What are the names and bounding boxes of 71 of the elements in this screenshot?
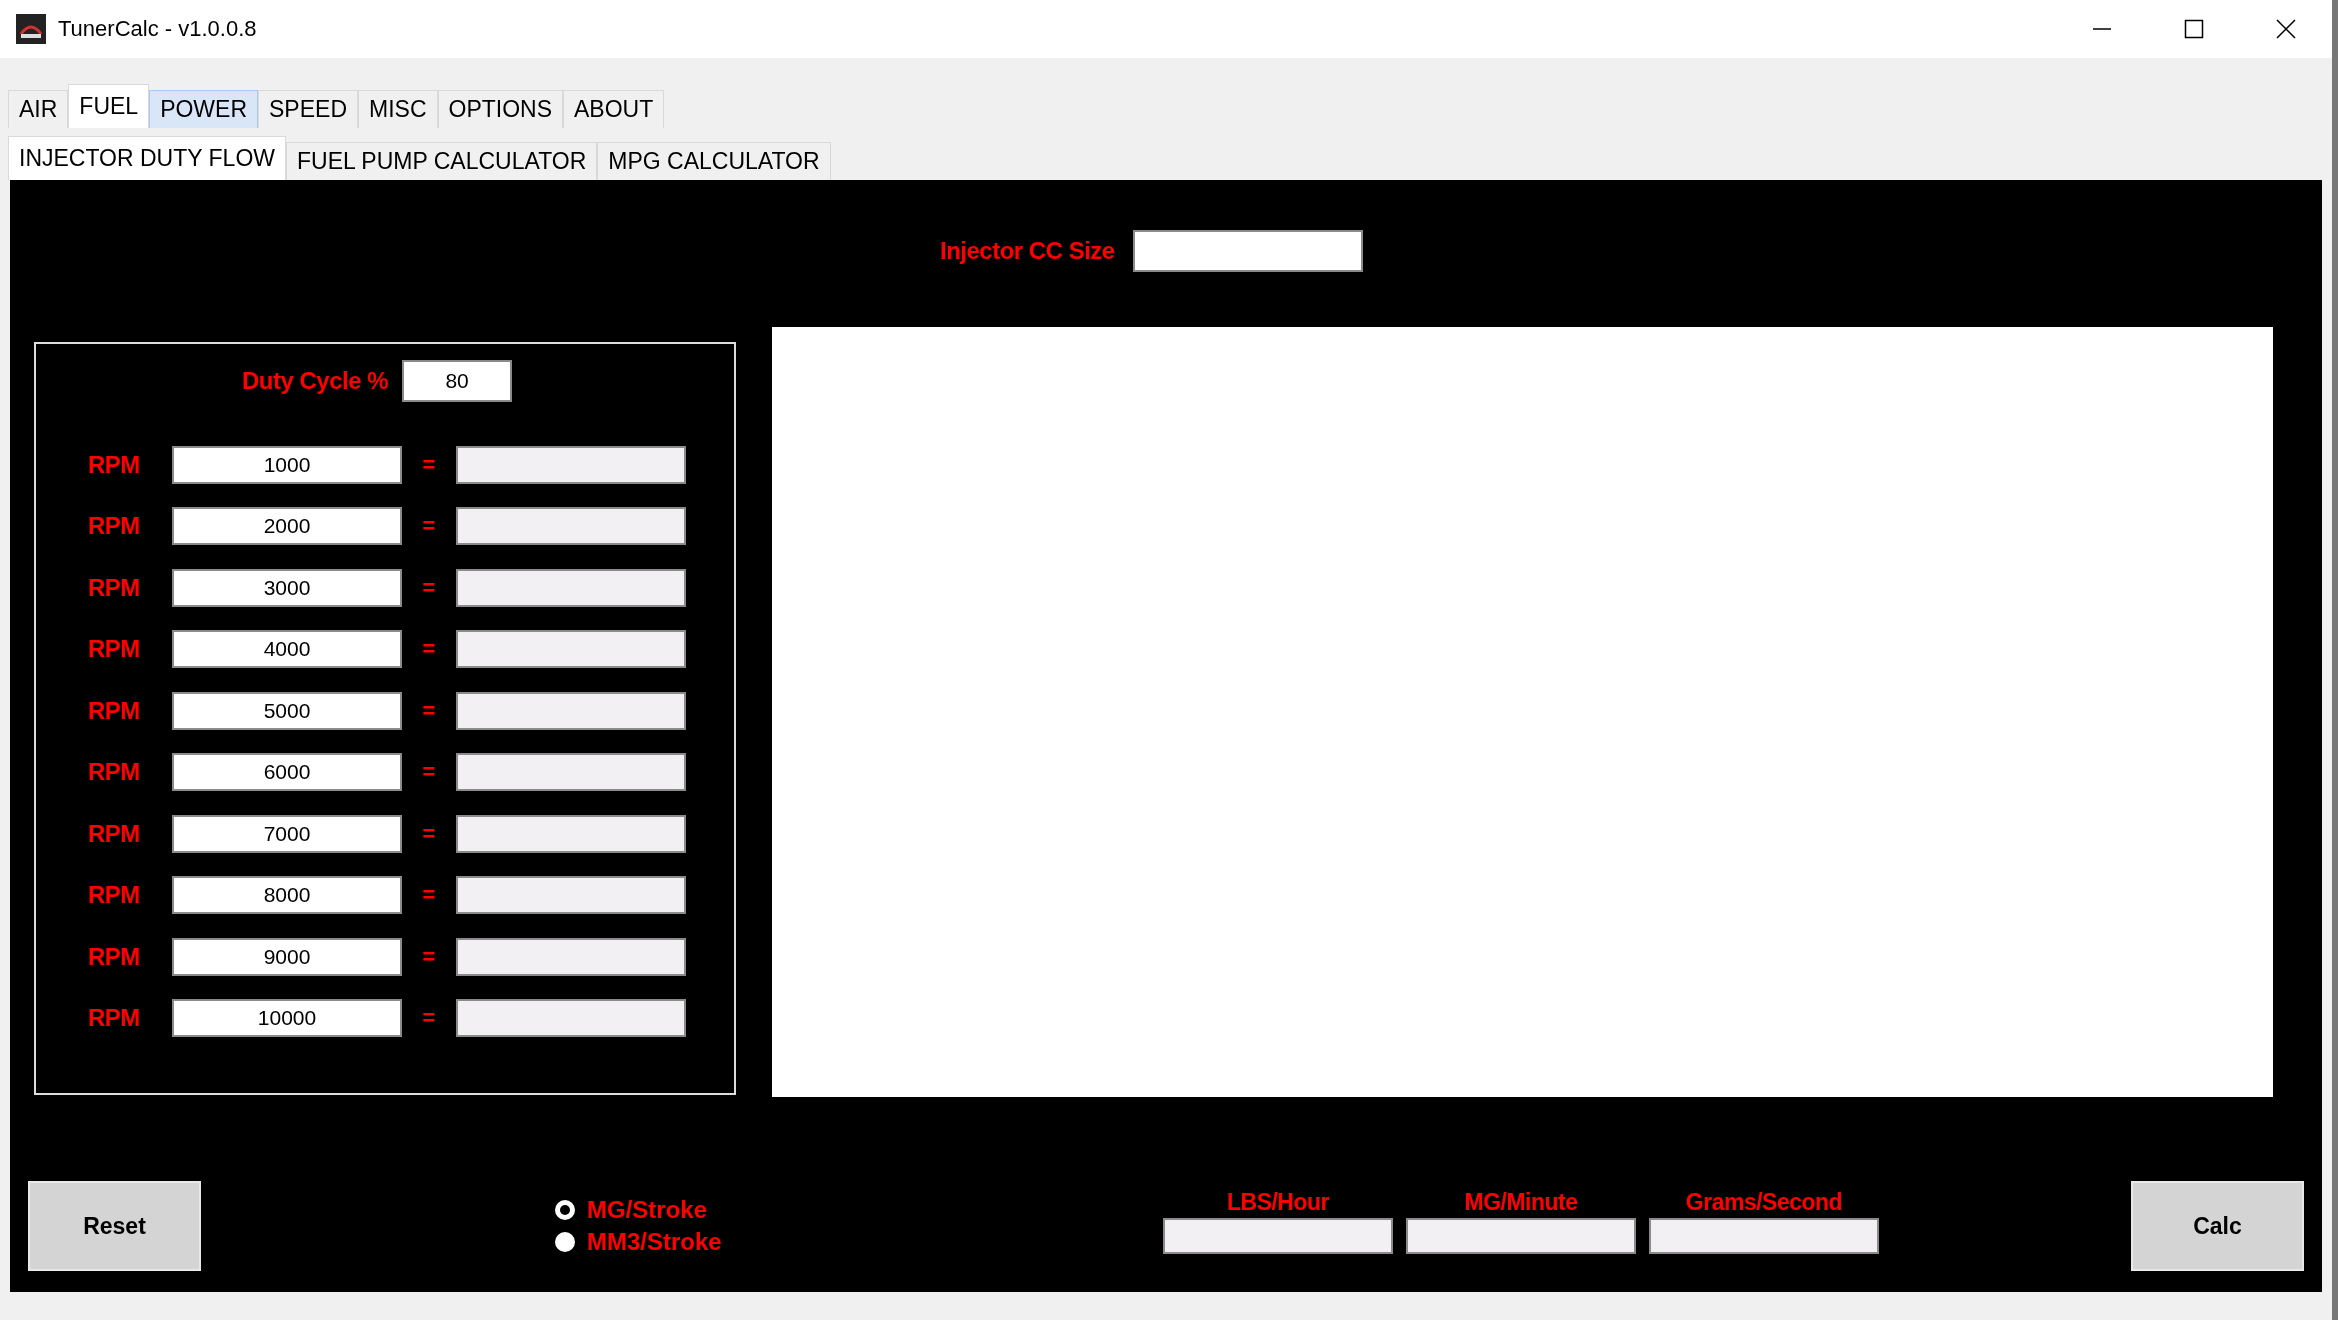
tab[interactable]: ABOUT — [563, 90, 665, 128]
result-field[interactable] — [456, 876, 686, 915]
close-icon — [2276, 19, 2296, 39]
rpm-field[interactable]: 6000 — [172, 753, 402, 792]
field-label: RPM — [88, 881, 141, 910]
tab[interactable]: MISC — [358, 90, 438, 128]
field-label: Duty Cycle % — [242, 367, 389, 395]
field-label: RPM — [88, 942, 141, 971]
tab[interactable]: FUEL PUMP CALCULATOR — [286, 142, 598, 180]
tab[interactable]: FUEL — [68, 84, 150, 128]
output-field[interactable] — [1163, 1217, 1393, 1254]
equals-sign: = — [421, 1005, 437, 1032]
result-field[interactable] — [456, 814, 686, 853]
result-field[interactable] — [456, 937, 686, 976]
field-label: Injector CC Size — [940, 237, 1115, 265]
rpm-field[interactable]: 9000 — [172, 937, 402, 976]
equals-sign: = — [421, 574, 437, 601]
reset-button[interactable]: Reset — [28, 1181, 201, 1271]
radio-label: MG/Stroke — [587, 1196, 708, 1224]
output-field[interactable] — [1649, 1217, 1879, 1254]
tab[interactable]: OPTIONS — [437, 90, 564, 128]
equals-sign: = — [421, 697, 437, 724]
field-label: LBS/Hour — [1226, 1188, 1330, 1216]
tab[interactable]: MPG CALCULATOR — [597, 142, 831, 180]
radio-button[interactable] — [555, 1232, 575, 1252]
result-field[interactable] — [456, 507, 686, 546]
equals-sign: = — [421, 882, 437, 909]
field-label: RPM — [88, 635, 141, 664]
radio-button[interactable] — [555, 1200, 575, 1220]
rpm-field[interactable]: 10000 — [172, 999, 402, 1038]
rpm-field[interactable]: 5000 — [172, 691, 402, 730]
field-label: RPM — [88, 1004, 141, 1033]
field-label: Grams/Second — [1685, 1188, 1843, 1216]
equals-sign: = — [421, 943, 437, 970]
calc-button[interactable]: Calc — [2131, 1181, 2304, 1271]
equals-sign: = — [421, 513, 437, 540]
field-label: RPM — [88, 573, 141, 602]
rpm-field[interactable]: 7000 — [172, 814, 402, 853]
rpm-field[interactable]: 3000 — [172, 568, 402, 607]
radio-label: MM3/Stroke — [587, 1228, 722, 1256]
tab[interactable]: AIR — [8, 90, 69, 128]
rpm-field[interactable]: 8000 — [172, 876, 402, 915]
equals-sign: = — [421, 636, 437, 663]
field-label: RPM — [88, 819, 141, 848]
tab[interactable]: INJECTOR DUTY FLOW — [8, 136, 286, 180]
tab[interactable]: POWER — [149, 90, 259, 128]
equals-sign: = — [421, 759, 437, 786]
output-field[interactable] — [1406, 1217, 1636, 1254]
field-label: RPM — [88, 696, 141, 725]
field-label: RPM — [88, 450, 141, 479]
equals-sign: = — [421, 451, 437, 478]
maximize-icon — [2184, 19, 2204, 39]
tab[interactable]: SPEED — [258, 90, 358, 128]
result-field[interactable] — [456, 753, 686, 792]
result-field[interactable] — [456, 999, 686, 1038]
app-logo-icon — [16, 14, 46, 44]
field-label: MG/Minute — [1464, 1188, 1578, 1216]
injector-size-field[interactable] — [1132, 230, 1363, 272]
field-label: RPM — [88, 512, 141, 541]
duty-cycle-field[interactable]: 80 — [402, 360, 513, 402]
minimize-icon — [2092, 28, 2112, 30]
result-field[interactable] — [456, 568, 686, 607]
rpm-field[interactable]: 1000 — [172, 445, 402, 484]
result-field[interactable] — [456, 691, 686, 730]
rpm-field[interactable]: 4000 — [172, 630, 402, 669]
field-label: RPM — [88, 758, 141, 787]
rpm-field[interactable]: 2000 — [172, 507, 402, 546]
result-field[interactable] — [456, 630, 686, 669]
window-title: TunerCalc - v1.0.0.8 — [58, 16, 258, 42]
equals-sign: = — [421, 820, 437, 847]
result-field[interactable] — [456, 445, 686, 484]
